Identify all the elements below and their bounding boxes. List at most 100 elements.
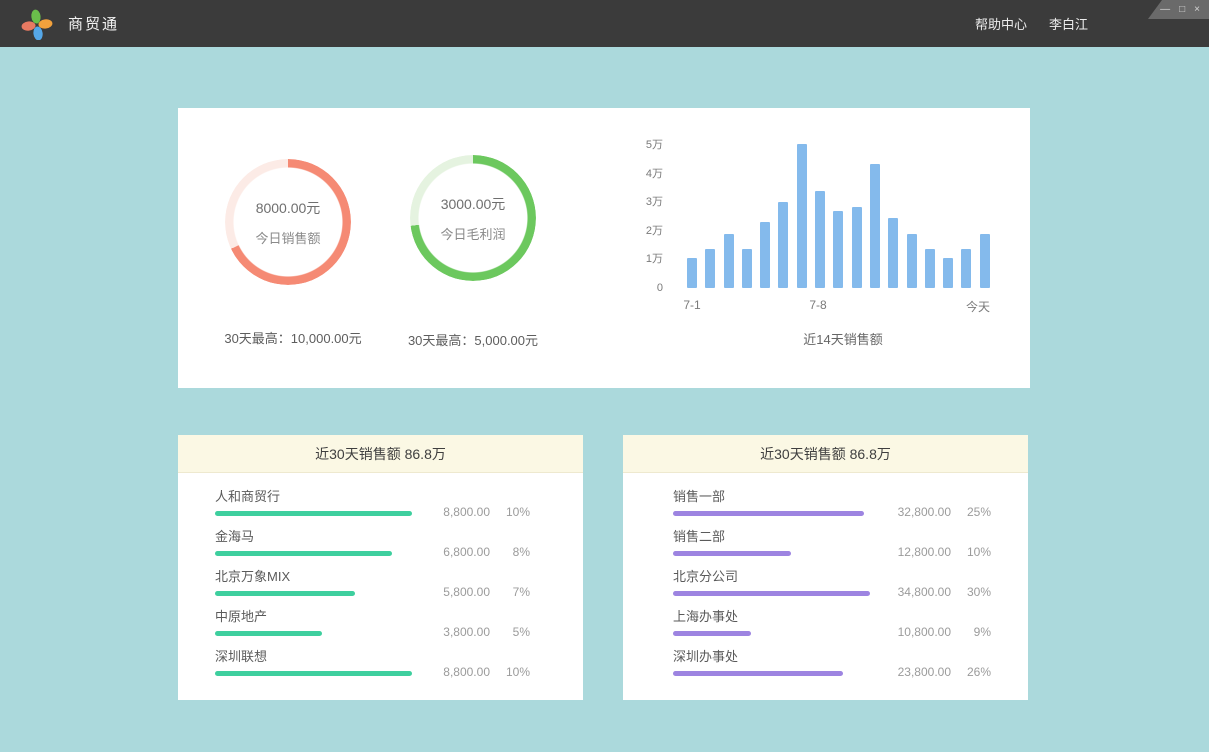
department-rank-card: 近30天销售额 86.8万 销售一部32,800.0025%销售二部12,800… bbox=[623, 435, 1028, 700]
rank-row-name: 上海办事处 bbox=[673, 609, 991, 625]
help-center-link[interactable]: 帮助中心 bbox=[975, 14, 1027, 33]
rank-row: 深圳办事处23,800.0026% bbox=[673, 649, 991, 689]
rank-row-bar bbox=[673, 551, 791, 556]
rank-row-amount: 5,800.00 bbox=[443, 585, 490, 599]
rank-row-percent: 30% bbox=[951, 585, 991, 599]
rank-row: 销售二部12,800.0010% bbox=[673, 529, 991, 569]
rank-row-name: 北京万象MIX bbox=[215, 569, 530, 585]
rank-row-percent: 5% bbox=[490, 625, 530, 639]
minimize-button[interactable]: — bbox=[1160, 5, 1170, 15]
rank-row-amount: 32,800.00 bbox=[898, 505, 951, 519]
rank-row-name: 深圳联想 bbox=[215, 649, 530, 665]
today-sales-donut: 8000.00元 今日销售额 bbox=[225, 159, 351, 285]
window-controls: — □ × bbox=[1148, 0, 1209, 19]
rank-row-percent: 25% bbox=[951, 505, 991, 519]
rank-row-values: 34,800.0030% bbox=[898, 585, 991, 599]
rank-header: 近30天销售额 86.8万 bbox=[623, 435, 1028, 473]
rank-row-name: 金海马 bbox=[215, 529, 530, 545]
rank-row-bar bbox=[673, 631, 751, 636]
rank-row-values: 3,800.005% bbox=[443, 625, 530, 639]
rank-row-percent: 7% bbox=[490, 585, 530, 599]
daily-sales-bar bbox=[833, 211, 843, 288]
today-sales-label: 今日销售额 bbox=[255, 228, 320, 247]
app-title: 商贸通 bbox=[68, 13, 119, 34]
daily-sales-bar bbox=[742, 249, 752, 288]
close-button[interactable]: × bbox=[1194, 5, 1200, 15]
today-profit-donut: 3000.00元 今日毛利润 bbox=[410, 155, 536, 281]
rank-row-amount: 34,800.00 bbox=[898, 585, 951, 599]
rank-row-name: 中原地产 bbox=[215, 609, 530, 625]
rank-row: 北京分公司34,800.0030% bbox=[673, 569, 991, 609]
today-profit-label: 今日毛利润 bbox=[440, 224, 505, 243]
rank-row-bar bbox=[673, 671, 843, 676]
rank-row-values: 8,800.0010% bbox=[443, 505, 530, 519]
rank-row-values: 5,800.007% bbox=[443, 585, 530, 599]
chart-title: 近14天销售额 bbox=[685, 329, 1001, 348]
rank-row-percent: 9% bbox=[951, 625, 991, 639]
rank-row: 中原地产3,800.005% bbox=[215, 609, 530, 649]
titlebar: 商贸通 帮助中心 李白江 — □ × bbox=[0, 0, 1209, 47]
rank-row-amount: 12,800.00 bbox=[898, 545, 951, 559]
rank-row-amount: 6,800.00 bbox=[443, 545, 490, 559]
y-tick-label: 1万 bbox=[608, 251, 663, 267]
profit-30day-max: 30天最高：5,000.00元 bbox=[358, 330, 588, 349]
rank-row: 销售一部32,800.0025% bbox=[673, 489, 991, 529]
y-tick-label: 3万 bbox=[608, 194, 663, 210]
rank-row-bar bbox=[215, 631, 322, 636]
username-link[interactable]: 李白江 bbox=[1049, 14, 1088, 33]
rank-row: 金海马6,800.008% bbox=[215, 529, 530, 569]
daily-sales-bar bbox=[797, 144, 807, 288]
rank-row-values: 12,800.0010% bbox=[898, 545, 991, 559]
rank-row-bar bbox=[215, 551, 392, 556]
y-tick-label: 2万 bbox=[608, 223, 663, 239]
y-tick-label: 4万 bbox=[608, 166, 663, 182]
rank-row-name: 销售一部 bbox=[673, 489, 991, 505]
x-tick-label: 7-1 bbox=[662, 298, 722, 312]
rank-row-bar bbox=[215, 591, 355, 596]
rank-row: 深圳联想8,800.0010% bbox=[215, 649, 530, 689]
rank-row-bar bbox=[215, 671, 412, 676]
customer-rank-card: 近30天销售额 86.8万 人和商贸行8,800.0010%金海马6,800.0… bbox=[178, 435, 583, 700]
rank-header: 近30天销售额 86.8万 bbox=[178, 435, 583, 473]
daily-sales-bar bbox=[925, 249, 935, 288]
rank-row-name: 北京分公司 bbox=[673, 569, 991, 585]
today-sales-value: 8000.00元 bbox=[256, 198, 321, 218]
rank-row: 人和商贸行8,800.0010% bbox=[215, 489, 530, 529]
rank-row-percent: 10% bbox=[951, 545, 991, 559]
rank-row-amount: 3,800.00 bbox=[443, 625, 490, 639]
daily-sales-bar bbox=[888, 218, 898, 288]
rank-row-percent: 8% bbox=[490, 545, 530, 559]
daily-sales-bar bbox=[687, 258, 697, 288]
rank-row-values: 6,800.008% bbox=[443, 545, 530, 559]
app-logo-icon bbox=[21, 8, 53, 40]
rank-row-amount: 10,800.00 bbox=[898, 625, 951, 639]
maximize-button[interactable]: □ bbox=[1179, 5, 1185, 15]
daily-sales-bar bbox=[961, 249, 971, 288]
rank-body: 销售一部32,800.0025%销售二部12,800.0010%北京分公司34,… bbox=[623, 473, 1028, 689]
rank-row-percent: 10% bbox=[490, 505, 530, 519]
today-profit-value: 3000.00元 bbox=[441, 194, 506, 214]
rank-row-values: 23,800.0026% bbox=[898, 665, 991, 679]
rank-row-name: 人和商贸行 bbox=[215, 489, 530, 505]
daily-sales-bar bbox=[943, 258, 953, 288]
rank-row: 北京万象MIX5,800.007% bbox=[215, 569, 530, 609]
rank-row-bar bbox=[673, 591, 870, 596]
x-tick-label: 7-8 bbox=[788, 298, 848, 312]
rank-row-bar bbox=[673, 511, 864, 516]
daily-sales-bar bbox=[815, 191, 825, 288]
rank-row-values: 10,800.009% bbox=[898, 625, 991, 639]
rank-row-name: 深圳办事处 bbox=[673, 649, 991, 665]
titlebar-menu: 帮助中心 李白江 bbox=[975, 14, 1088, 33]
daily-sales-bar bbox=[852, 207, 862, 289]
rank-row-values: 8,800.0010% bbox=[443, 665, 530, 679]
rank-row-name: 销售二部 bbox=[673, 529, 991, 545]
daily-sales-bar bbox=[907, 234, 917, 288]
daily-sales-bar bbox=[778, 202, 788, 288]
rank-title: 近30天销售额 86.8万 bbox=[760, 444, 891, 464]
rank-row-bar bbox=[215, 511, 412, 516]
daily-sales-bar bbox=[870, 164, 880, 288]
today-summary-card: 8000.00元 今日销售额 30天最高：10,000.00元 3000.00元… bbox=[178, 108, 1030, 388]
daily-sales-bar bbox=[705, 249, 715, 288]
rank-row-amount: 23,800.00 bbox=[898, 665, 951, 679]
rank-row-amount: 8,800.00 bbox=[443, 505, 490, 519]
